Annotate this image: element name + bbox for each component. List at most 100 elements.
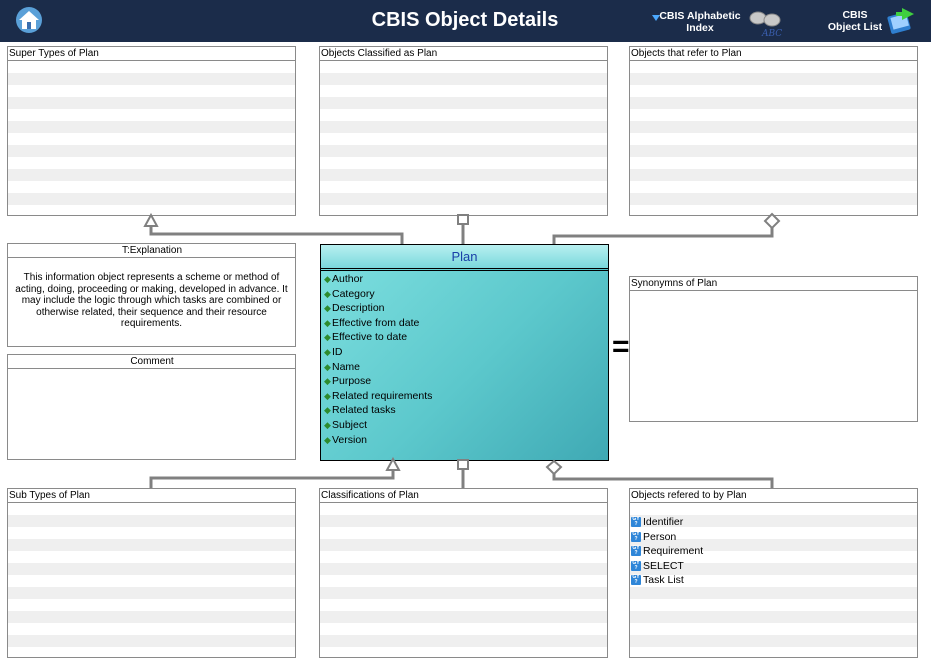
list-item-label: Task List [643,574,684,586]
attribute-label: Version [332,433,368,446]
sub-types-title: Sub Types of Plan [8,489,295,503]
green-diamond-icon: ◆ [324,405,331,416]
green-diamond-icon: ◆ [324,376,331,387]
attribute-label: Subject [332,418,368,431]
refer-to-panel: Objects that refer to Plan [629,46,918,216]
query-icon: GY? [631,530,641,542]
list-item[interactable]: GY? SELECT [631,559,917,574]
green-diamond-icon: ◆ [324,419,331,430]
attribute-item[interactable]: ◆ Version [324,433,608,448]
refered-by-connector [552,474,774,488]
attribute-label: Effective to date [332,331,408,344]
refer-to-list [630,61,917,215]
list-item-label: SELECT [643,559,684,572]
attribute-item[interactable]: ◆ ID [324,345,608,360]
explanation-panel: T:Explanation This information object re… [7,243,296,347]
green-diamond-icon: ◆ [324,346,331,357]
sub-types-panel: Sub Types of Plan [7,488,296,658]
attribute-item[interactable]: ◆ Category [324,287,608,302]
aggregation-diamond-icon [545,459,563,476]
list-item-label: Requirement [643,545,704,557]
list-item[interactable]: GY? Person [631,530,917,545]
attribute-item[interactable]: ◆ Name [324,360,608,375]
attribute-item[interactable]: ◆ Description [324,301,608,316]
refer-to-title: Objects that refer to Plan [630,47,917,61]
attribute-item[interactable]: ◆ Related tasks [324,403,608,418]
attribute-item[interactable]: ◆ Effective from date [324,316,608,331]
alpha-label-line-1: CBIS Alphabetic [659,10,741,22]
object-list-label: CBIS Object List [820,9,890,33]
query-icon: GY? [631,516,641,528]
attribute-item[interactable]: ◆ Subject [324,418,608,433]
green-diamond-icon: ◆ [324,274,331,284]
generalization-arrow-icon [143,212,159,227]
list-label-line-2: Object List [827,21,883,33]
green-diamond-icon: ◆ [324,317,331,328]
abc-badge: ABC [761,29,782,38]
plan-class-title: Plan [321,245,608,269]
super-types-title: Super Types of Plan [8,47,295,61]
classified-as-panel: Objects Classified as Plan [319,46,608,216]
classification-square-icon [457,459,469,470]
attribute-item[interactable]: ◆ Author [324,272,608,287]
attribute-label: Description [332,302,385,315]
query-icon: GY? [631,545,641,557]
book-arrow-icon [887,8,914,34]
explanation-text: This information object represents a sch… [15,272,288,330]
attribute-label: Related tasks [332,404,396,417]
green-diamond-icon: ◆ [324,434,331,445]
object-list-button[interactable]: CBIS Object List [820,6,920,36]
classified-as-title: Objects Classified as Plan [320,47,607,61]
alphabetic-index-label: CBIS Alphabetic Index [650,10,750,34]
attribute-item[interactable]: ◆ Related requirements [324,389,608,404]
classifications-list [320,503,607,657]
super-types-panel: Super Types of Plan [7,46,296,216]
alphabetic-index-button[interactable]: CBIS Alphabetic Index ABC [650,8,790,38]
header-bar: CBIS Object Details CBIS Alphabetic Inde… [0,0,931,42]
supertype-connector [149,224,404,244]
list-item-label: Person [643,530,677,543]
house-icon [16,7,42,33]
home-button[interactable] [14,6,44,34]
classification-square-icon [457,214,469,225]
explanation-title: T:Explanation [8,244,295,258]
list-item[interactable]: GY? Identifier [631,515,917,530]
attribute-label: Name [332,360,361,373]
binoculars-icon: ABC [749,11,782,38]
green-diamond-icon: ◆ [324,288,331,299]
synonyms-panel: Synonymns of Plan [629,276,918,422]
super-types-list [8,61,295,215]
comment-title: Comment [8,355,295,369]
classified-as-list [320,61,607,215]
green-diamond-icon: ◆ [324,303,331,314]
list-item[interactable]: GY? Requirement [631,544,917,559]
list-item[interactable]: GY? Task List [631,573,917,588]
attribute-label: Author [332,273,363,285]
classifications-panel: Classifications of Plan [319,488,608,658]
subtype-connector [149,470,395,488]
refered-by-list: GY? Identifier GY? Person GY? Requirement G… [630,513,917,588]
classifications-title: Classifications of Plan [320,489,607,503]
sub-types-list [8,503,295,657]
query-icon: GY? [631,559,641,571]
green-diamond-icon: ◆ [324,361,331,372]
query-icon: GY? [631,574,641,586]
attribute-label: Effective from date [332,316,420,329]
refer-to-connector [552,227,774,244]
attribute-item[interactable]: ◆ Effective to date [324,330,608,345]
list-label-line-1: CBIS [842,9,868,21]
page-title: CBIS Object Details [371,9,559,31]
attribute-label: Related requirements [332,389,433,402]
aggregation-diamond-icon [763,212,781,230]
refered-by-title: Objects refered to by Plan [630,489,917,503]
attribute-item[interactable]: ◆ Purpose [324,374,608,389]
list-item-label: Identifier [643,516,684,528]
attribute-label: Category [332,287,375,300]
attribute-label: Purpose [332,375,372,388]
comment-panel: Comment [7,354,296,460]
attribute-label: ID [332,345,343,358]
attribute-list: ◆ Author ◆ Category ◆ Description ◆ Effectiv… [321,271,608,447]
synonyms-title: Synonymns of Plan [630,277,917,291]
green-diamond-icon: ◆ [324,390,331,401]
plan-class-box: Plan ◆ Author ◆ Category ◆ Description ◆ Eff… [320,244,609,461]
